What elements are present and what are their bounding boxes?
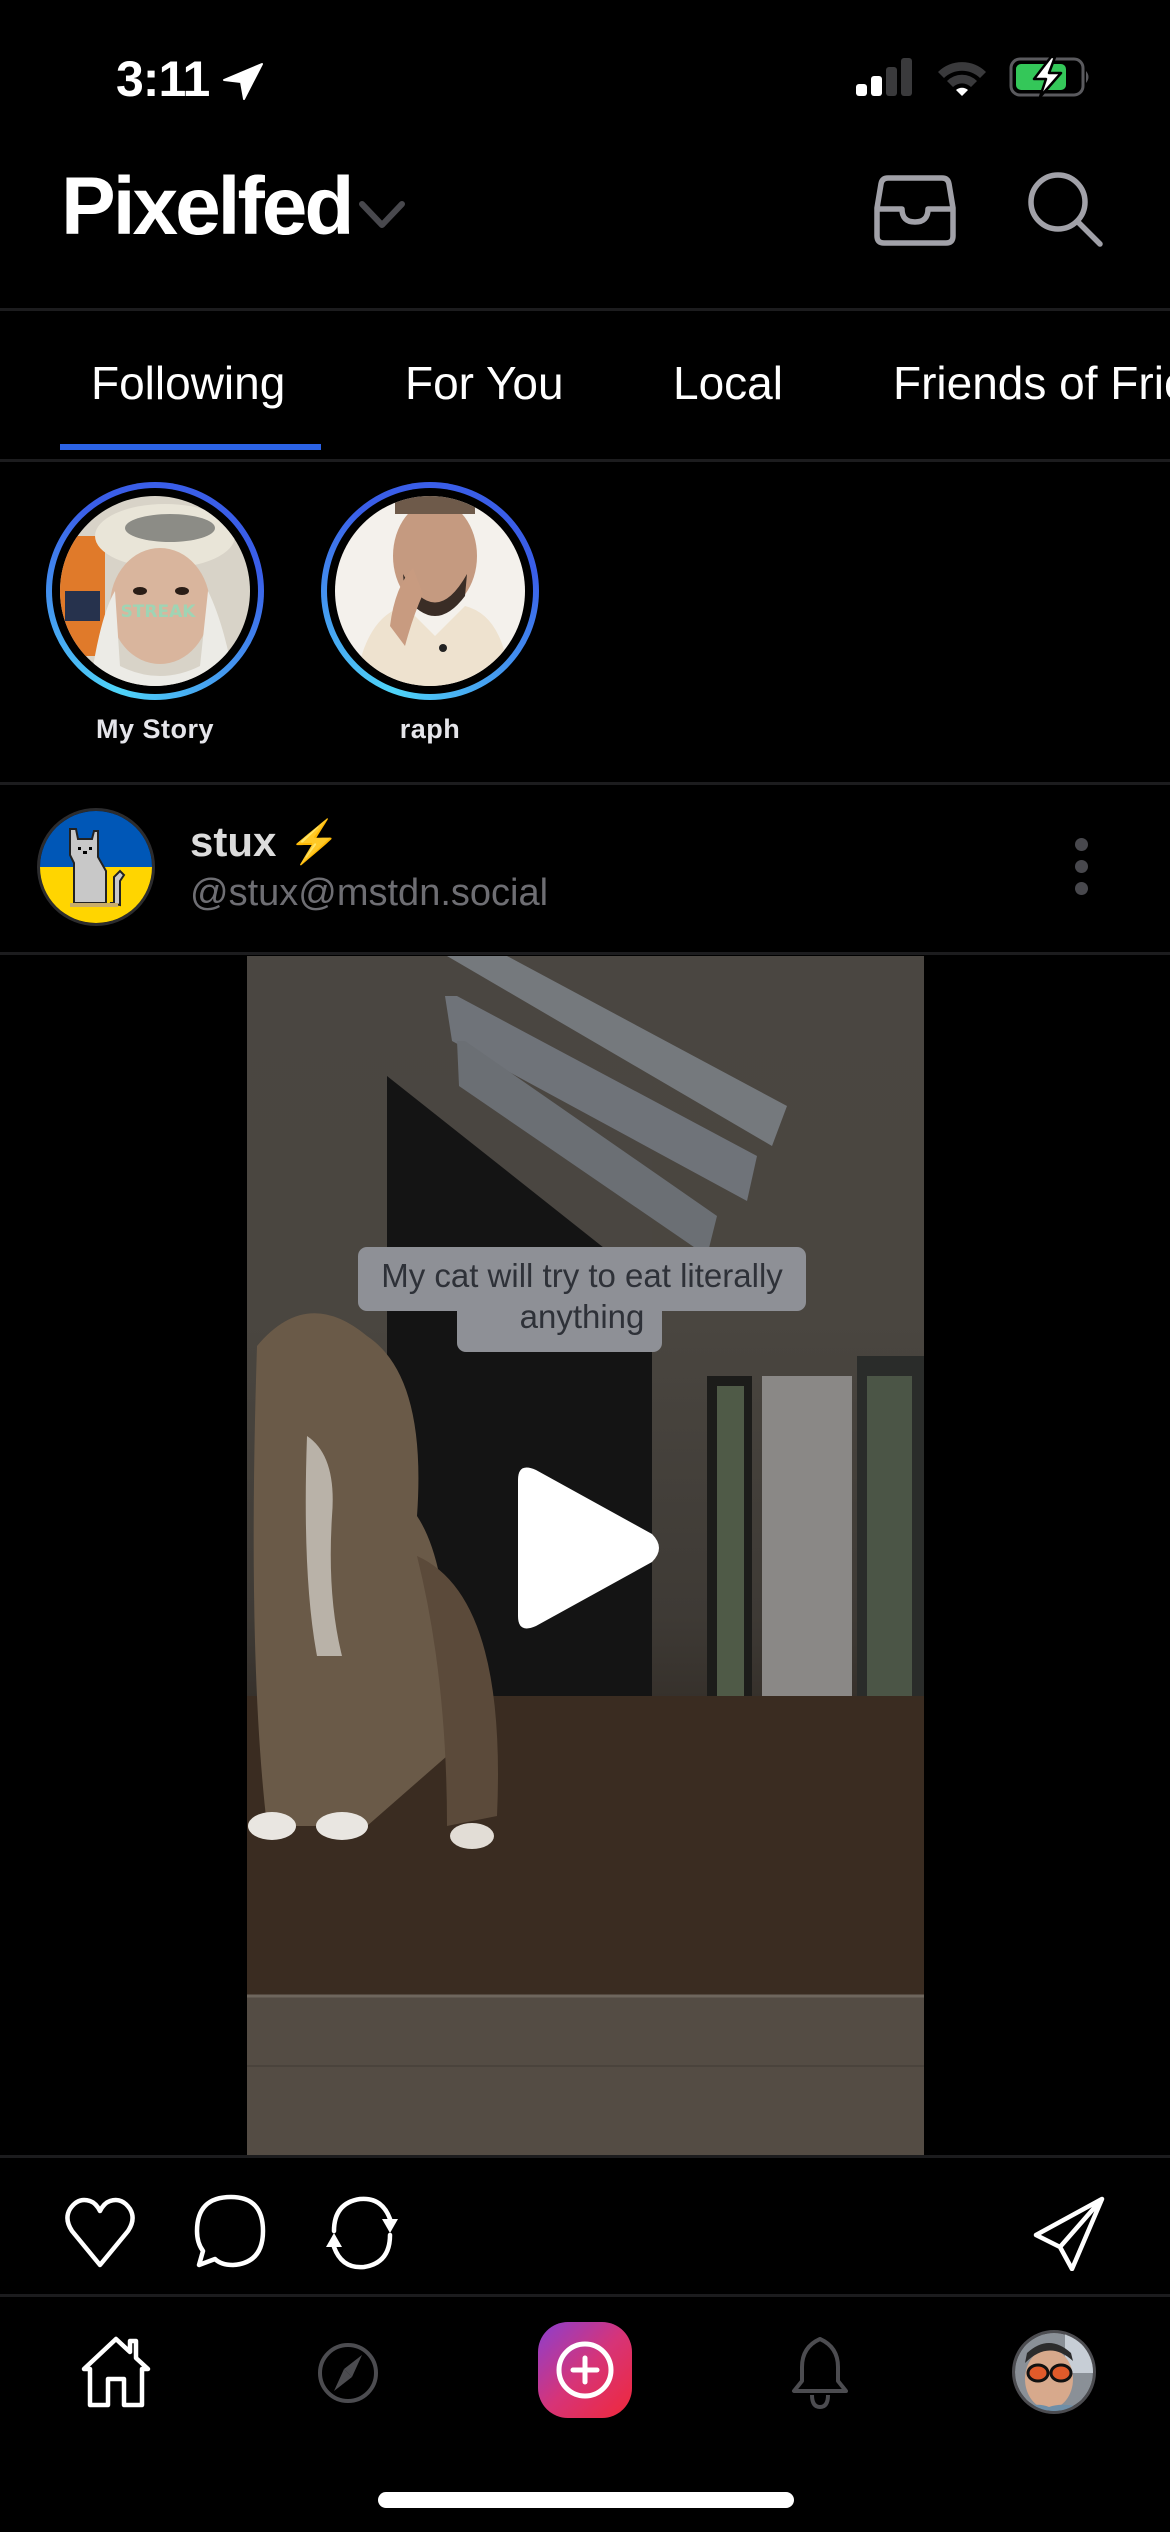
tabs-divider [0, 459, 1170, 462]
chevron-down-icon[interactable] [358, 198, 406, 232]
more-dot [1075, 860, 1088, 873]
story-raph[interactable]: raph [320, 482, 540, 745]
story-avatar: STREAK [60, 496, 250, 686]
story-avatar [335, 496, 525, 686]
comment-bubble-icon[interactable] [193, 2193, 269, 2273]
story-label: My Story [95, 714, 215, 744]
author-display-name: stux [190, 818, 277, 865]
streak-text: STREAK [121, 602, 197, 622]
stories-divider [0, 782, 1170, 785]
tab-following[interactable]: Following [91, 360, 285, 406]
post-header-divider [0, 952, 1170, 955]
create-post-button[interactable] [538, 2322, 632, 2418]
video-bottom-divider [0, 2155, 1170, 2158]
lightning-emoji: ⚡ [288, 818, 341, 865]
location-arrow-icon [223, 63, 263, 100]
post-author-handle[interactable]: @stux@mstdn.social [190, 872, 548, 915]
tab-for-you[interactable]: For You [405, 360, 564, 406]
feed-tabs: Following For You Local Friends of Frien… [0, 312, 1170, 460]
home-indicator [378, 2492, 794, 2508]
story-my-story[interactable]: STREAK My Story [45, 482, 265, 745]
reblog-arrows-icon[interactable] [320, 2193, 404, 2273]
wifi-icon [938, 62, 986, 96]
inbox-tray-icon[interactable] [872, 172, 958, 248]
more-dot [1075, 838, 1088, 851]
home-icon[interactable] [80, 2335, 152, 2411]
active-tab-indicator [60, 444, 321, 450]
bell-icon[interactable] [790, 2335, 850, 2411]
cellular-signal-icon [856, 58, 912, 96]
play-icon[interactable] [506, 1460, 666, 1636]
profile-avatar[interactable] [1012, 2330, 1096, 2414]
more-dot [1075, 882, 1088, 895]
compass-icon[interactable] [316, 2341, 380, 2405]
post-author-avatar[interactable] [37, 808, 155, 926]
video-caption-overlay: My cat will try to eat literally anythin… [381, 1257, 783, 1335]
plus-circle-icon [556, 2341, 614, 2399]
story-label: raph [399, 714, 461, 744]
status-time: 3:11 [116, 51, 210, 107]
post-action-bar [0, 2159, 1170, 2294]
more-options-button[interactable] [1055, 828, 1109, 904]
app-title[interactable]: Pixelfed [61, 166, 354, 248]
battery-charging-icon [1009, 56, 1089, 98]
search-icon[interactable] [1026, 170, 1106, 250]
header-divider [0, 308, 1170, 311]
heart-icon[interactable] [62, 2195, 138, 2271]
story-ring: STREAK [46, 482, 264, 700]
story-ring [321, 482, 539, 700]
send-icon[interactable] [1032, 2195, 1106, 2271]
tab-friends-of-friends[interactable]: Friends of Friends [893, 360, 1170, 406]
tab-local[interactable]: Local [673, 360, 783, 406]
post-author-name[interactable]: stux ⚡ [190, 818, 340, 867]
